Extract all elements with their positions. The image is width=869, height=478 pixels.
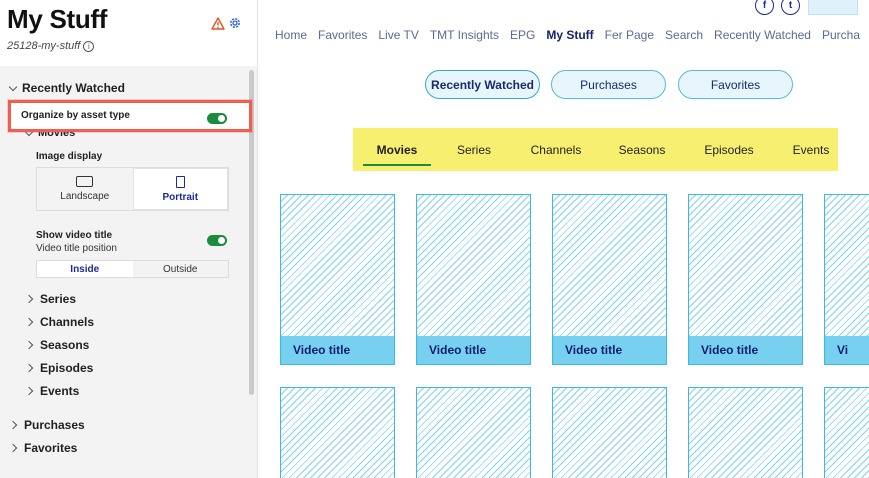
nav-item-my-stuff[interactable]: My Stuff	[546, 28, 593, 42]
video-card[interactable]: Video title	[416, 194, 531, 365]
page-preview: f t Home Favorites Live TV TMT Insights …	[258, 0, 869, 478]
tree-item-label: Channels	[40, 315, 95, 329]
organize-by-asset-type-row: Organize by asset type	[8, 100, 252, 132]
warning-triangle-icon[interactable]	[211, 17, 225, 30]
video-title-position-label: Video title position	[36, 243, 117, 254]
show-video-title-label: Show video title	[36, 230, 113, 241]
nav-item-home[interactable]: Home	[275, 28, 307, 42]
video-card-title: Video title	[281, 336, 394, 364]
twitter-icon[interactable]: t	[781, 0, 800, 15]
editor-sidebar: My Stuff 25128-my-stuff i Recently Watch…	[0, 0, 258, 478]
active-tab-underline	[363, 164, 431, 166]
nav-item-favorites[interactable]: Favorites	[318, 28, 367, 42]
nav-item-tmt-insights[interactable]: TMT Insights	[430, 28, 499, 42]
chevron-right-icon	[8, 443, 18, 453]
asset-type-tabs: Movies Series Channels Seasons Episodes …	[353, 128, 838, 171]
nav-item-live-tv[interactable]: Live TV	[378, 28, 418, 42]
chevron-right-icon	[24, 317, 34, 327]
tree-item-seasons[interactable]: Seasons	[24, 338, 90, 352]
video-card-partial[interactable]: Vi	[824, 194, 869, 365]
nav-item-search[interactable]: Search	[665, 28, 703, 42]
tree-item-purchases[interactable]: Purchases	[8, 418, 85, 432]
video-card[interactable]	[552, 387, 667, 478]
video-card-title: Video title	[553, 336, 666, 364]
tab-series[interactable]: Series	[445, 128, 503, 171]
video-card-partial[interactable]	[824, 387, 869, 478]
tree-item-label: Seasons	[40, 338, 90, 352]
tab-channels[interactable]: Channels	[521, 128, 591, 171]
video-card-title: Video title	[417, 336, 530, 364]
pill-recently-watched[interactable]: Recently Watched	[425, 70, 540, 99]
main-navigation: Home Favorites Live TV TMT Insights EPG …	[275, 28, 869, 42]
portrait-label: Portrait	[162, 191, 199, 203]
tree-item-favorites[interactable]: Favorites	[8, 441, 78, 455]
organize-label: Organize by asset type	[21, 110, 130, 121]
title-position-outside[interactable]: Outside	[133, 261, 229, 277]
image-display-selector: Landscape Portrait	[36, 167, 229, 211]
video-card[interactable]: Video title	[280, 194, 395, 365]
video-card[interactable]	[688, 387, 803, 478]
chevron-right-icon	[8, 420, 18, 430]
tab-episodes[interactable]: Episodes	[695, 128, 763, 171]
nav-item-purchases[interactable]: Purcha	[822, 28, 860, 42]
image-display-label: Image display	[36, 151, 103, 162]
tree-item-recently-watched[interactable]: Recently Watched	[8, 81, 125, 95]
tree-item-events[interactable]: Events	[24, 384, 80, 398]
video-card[interactable]: Video title	[552, 194, 667, 365]
nav-item-fer-page[interactable]: Fer Page	[605, 28, 654, 42]
info-icon[interactable]: i	[83, 40, 95, 52]
organize-by-asset-type-toggle[interactable]	[207, 113, 227, 124]
tree-item-episodes[interactable]: Episodes	[24, 361, 94, 375]
video-title-position-selector: Inside Outside	[36, 260, 229, 278]
portrait-icon	[175, 175, 185, 188]
tree-item-label: Recently Watched	[22, 81, 125, 95]
pill-purchases[interactable]: Purchases	[551, 70, 666, 99]
show-video-title-toggle[interactable]	[207, 235, 227, 246]
chevron-right-icon	[24, 363, 34, 373]
landscape-label: Landscape	[60, 191, 110, 202]
video-card[interactable]	[280, 387, 395, 478]
video-card-title: Vi	[825, 336, 869, 364]
tab-events[interactable]: Events	[785, 128, 837, 171]
image-display-landscape[interactable]: Landscape	[37, 168, 133, 210]
page-id-text: 25128-my-stuff	[7, 40, 81, 52]
header-action-box[interactable]	[808, 0, 858, 15]
gear-icon[interactable]	[228, 16, 242, 30]
tree-item-label: Favorites	[24, 441, 78, 455]
sidebar-header: My Stuff 25128-my-stuff i	[0, 0, 257, 66]
chevron-down-icon	[8, 82, 18, 91]
page-id: 25128-my-stuff i	[7, 40, 95, 52]
page-title: My Stuff	[7, 4, 108, 34]
landscape-icon	[76, 176, 94, 187]
tree-item-channels[interactable]: Channels	[24, 315, 95, 329]
chevron-right-icon	[24, 294, 34, 304]
tree-item-label: Events	[40, 384, 80, 398]
pill-favorites[interactable]: Favorites	[678, 70, 793, 99]
chevron-right-icon	[24, 340, 34, 350]
image-display-portrait[interactable]: Portrait	[132, 168, 228, 210]
tree-item-label: Series	[40, 292, 77, 306]
facebook-icon[interactable]: f	[755, 0, 774, 15]
video-card[interactable]	[416, 387, 531, 478]
tree-item-label: Purchases	[24, 418, 85, 432]
tree-item-label: Episodes	[40, 361, 94, 375]
nav-item-recently-watched[interactable]: Recently Watched	[714, 28, 811, 42]
nav-item-epg[interactable]: EPG	[510, 28, 535, 42]
title-position-inside[interactable]: Inside	[37, 261, 133, 277]
video-card-title: Video title	[689, 336, 802, 364]
tree-item-series[interactable]: Series	[24, 292, 77, 306]
chevron-right-icon	[24, 386, 34, 396]
tab-seasons[interactable]: Seasons	[609, 128, 675, 171]
video-card[interactable]: Video title	[688, 194, 803, 365]
